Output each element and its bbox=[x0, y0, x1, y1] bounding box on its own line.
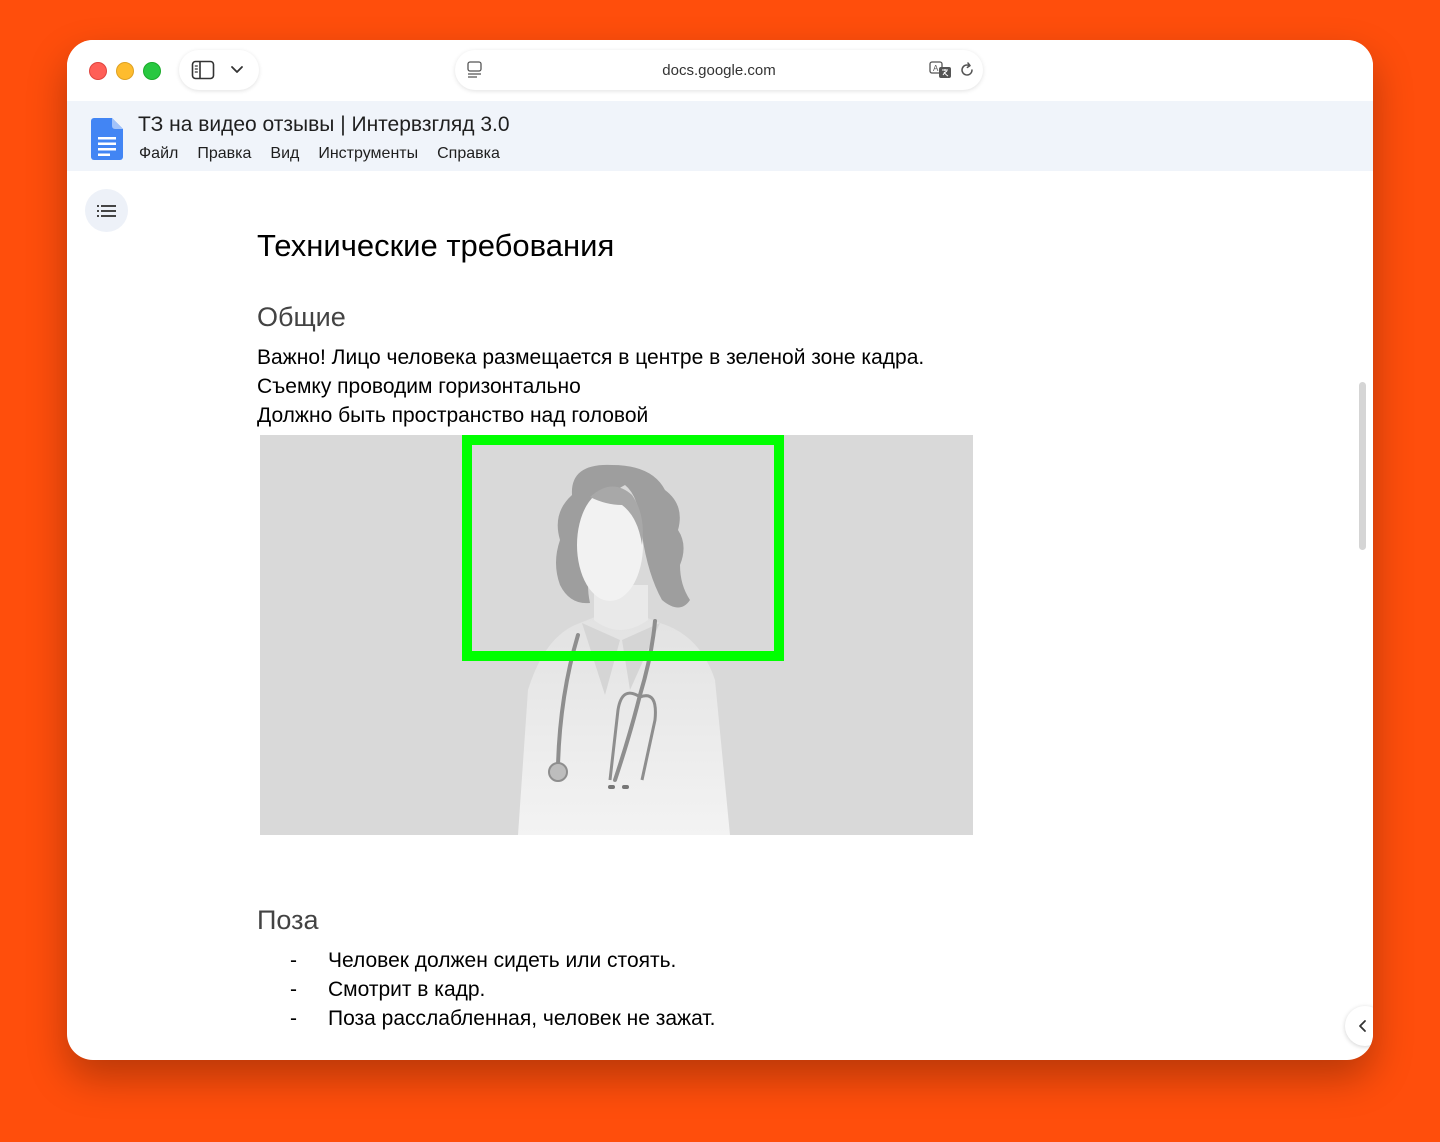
list-item-text: Смотрит в кадр. bbox=[328, 978, 486, 1001]
close-window-button[interactable] bbox=[89, 62, 107, 80]
chevron-left-icon bbox=[1359, 1020, 1366, 1032]
list-item: - Поза расслабленная, человек не зажат. bbox=[290, 1007, 715, 1031]
paragraph-line-3: Должно быть пространство над головой bbox=[257, 404, 649, 427]
list-item-text: Человек должен сидеть или стоять. bbox=[328, 949, 677, 972]
framing-example-image[interactable] bbox=[260, 435, 973, 835]
face-zone-frame bbox=[462, 435, 784, 661]
menu-edit[interactable]: Правка bbox=[197, 145, 251, 163]
outline-list-icon bbox=[97, 205, 116, 217]
url-text[interactable]: docs.google.com bbox=[455, 62, 983, 79]
bullet-dash: - bbox=[290, 949, 297, 972]
paragraph-line-2: Съемку проводим горизонтально bbox=[257, 375, 581, 398]
browser-titlebar: docs.google.com A bbox=[67, 40, 1373, 101]
menu-view[interactable]: Вид bbox=[270, 145, 299, 163]
docs-menu-bar: Файл Правка Вид Инструменты Справка bbox=[139, 145, 519, 163]
menu-file[interactable]: Файл bbox=[139, 145, 178, 163]
menu-help[interactable]: Справка bbox=[437, 145, 500, 163]
list-item-text: Поза расслабленная, человек не зажат. bbox=[328, 1007, 716, 1030]
heading-pose: Поза bbox=[257, 905, 319, 935]
document-outline-button[interactable] bbox=[85, 189, 128, 232]
address-bar[interactable]: docs.google.com A bbox=[455, 50, 983, 90]
browser-window: docs.google.com A ТЗ на видео отзывы | И… bbox=[67, 40, 1373, 1060]
heading-technical-requirements: Технические требования bbox=[257, 228, 615, 263]
sidebar-icon bbox=[191, 60, 215, 80]
minimize-window-button[interactable] bbox=[116, 62, 134, 80]
svg-text:A: A bbox=[933, 64, 939, 73]
menu-tools[interactable]: Инструменты bbox=[318, 145, 418, 163]
google-docs-logo-icon[interactable] bbox=[91, 118, 123, 160]
heading-general: Общие bbox=[257, 302, 346, 332]
sidebar-toggle-button[interactable] bbox=[179, 50, 259, 90]
translate-icon[interactable]: A bbox=[929, 61, 953, 79]
side-panel-toggle-button[interactable] bbox=[1345, 1006, 1373, 1046]
list-item: - Человек должен сидеть или стоять. bbox=[290, 949, 676, 973]
bullet-dash: - bbox=[290, 978, 297, 1001]
chevron-down-icon[interactable] bbox=[230, 65, 244, 75]
docs-header: ТЗ на видео отзывы | Интервзгляд 3.0 Фай… bbox=[67, 101, 1373, 171]
bullet-dash: - bbox=[290, 1007, 297, 1030]
list-item: - Смотрит в кадр. bbox=[290, 978, 485, 1002]
document-title[interactable]: ТЗ на видео отзывы | Интервзгляд 3.0 bbox=[138, 113, 510, 137]
vertical-scrollbar[interactable] bbox=[1359, 382, 1366, 550]
paragraph-line-1: Важно! Лицо человека размещается в центр… bbox=[257, 346, 925, 369]
maximize-window-button[interactable] bbox=[143, 62, 161, 80]
reload-icon[interactable] bbox=[959, 62, 975, 78]
